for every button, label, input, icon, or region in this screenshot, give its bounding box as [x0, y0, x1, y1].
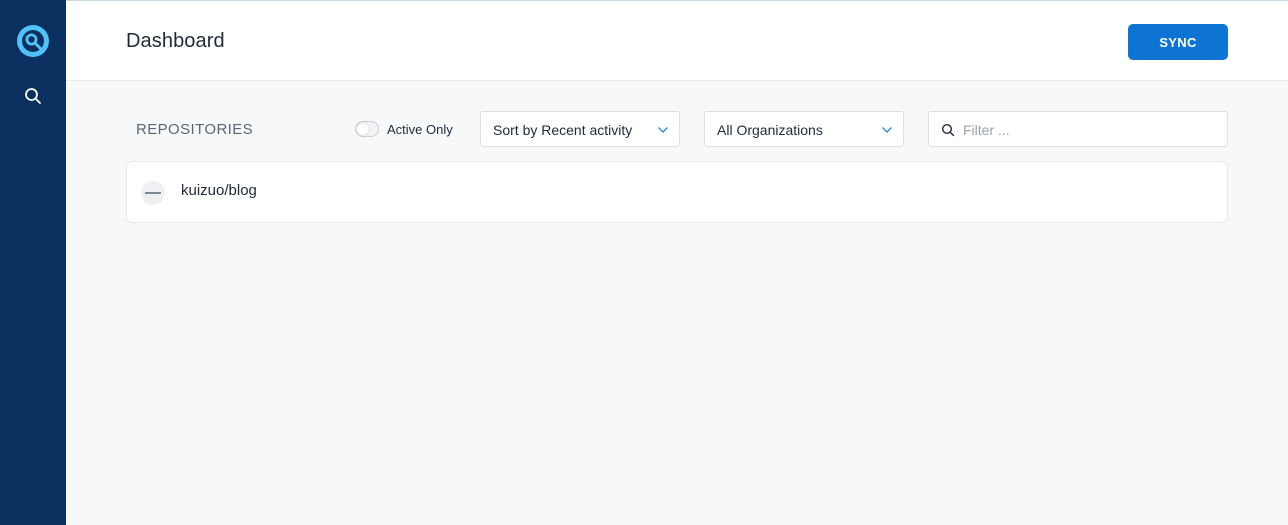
filter-input[interactable] — [963, 119, 1213, 141]
repositories-toolbar: REPOSITORIES Active Only Sort by Recent … — [126, 111, 1228, 147]
filter-field — [928, 111, 1228, 147]
list-item[interactable]: kuizuo/blog — [127, 162, 1227, 222]
sort-select-value: Sort by Recent activity — [493, 122, 633, 138]
search-icon — [941, 123, 955, 137]
repository-name[interactable]: kuizuo/blog — [181, 182, 257, 199]
repository-list: kuizuo/blog — [126, 161, 1228, 223]
status-inactive-icon — [141, 181, 165, 205]
organization-select-value: All Organizations — [717, 122, 823, 138]
page-title: Dashboard — [126, 30, 225, 52]
toggle-switch[interactable] — [355, 121, 379, 137]
header: Dashboard SYNC — [66, 0, 1288, 81]
logo-icon[interactable] — [16, 24, 50, 58]
chevron-down-icon — [658, 127, 668, 133]
search-icon[interactable] — [19, 82, 47, 110]
active-only-label: Active Only — [387, 121, 453, 137]
chevron-down-icon — [882, 127, 892, 133]
repositories-heading: REPOSITORIES — [136, 121, 254, 138]
sort-select[interactable]: Sort by Recent activity — [480, 111, 680, 147]
toggle-knob — [357, 123, 369, 135]
organization-select[interactable]: All Organizations — [704, 111, 904, 147]
active-only-toggle[interactable]: Active Only — [355, 121, 453, 137]
sync-button[interactable]: SYNC — [1128, 24, 1228, 60]
sidebar — [0, 0, 66, 525]
